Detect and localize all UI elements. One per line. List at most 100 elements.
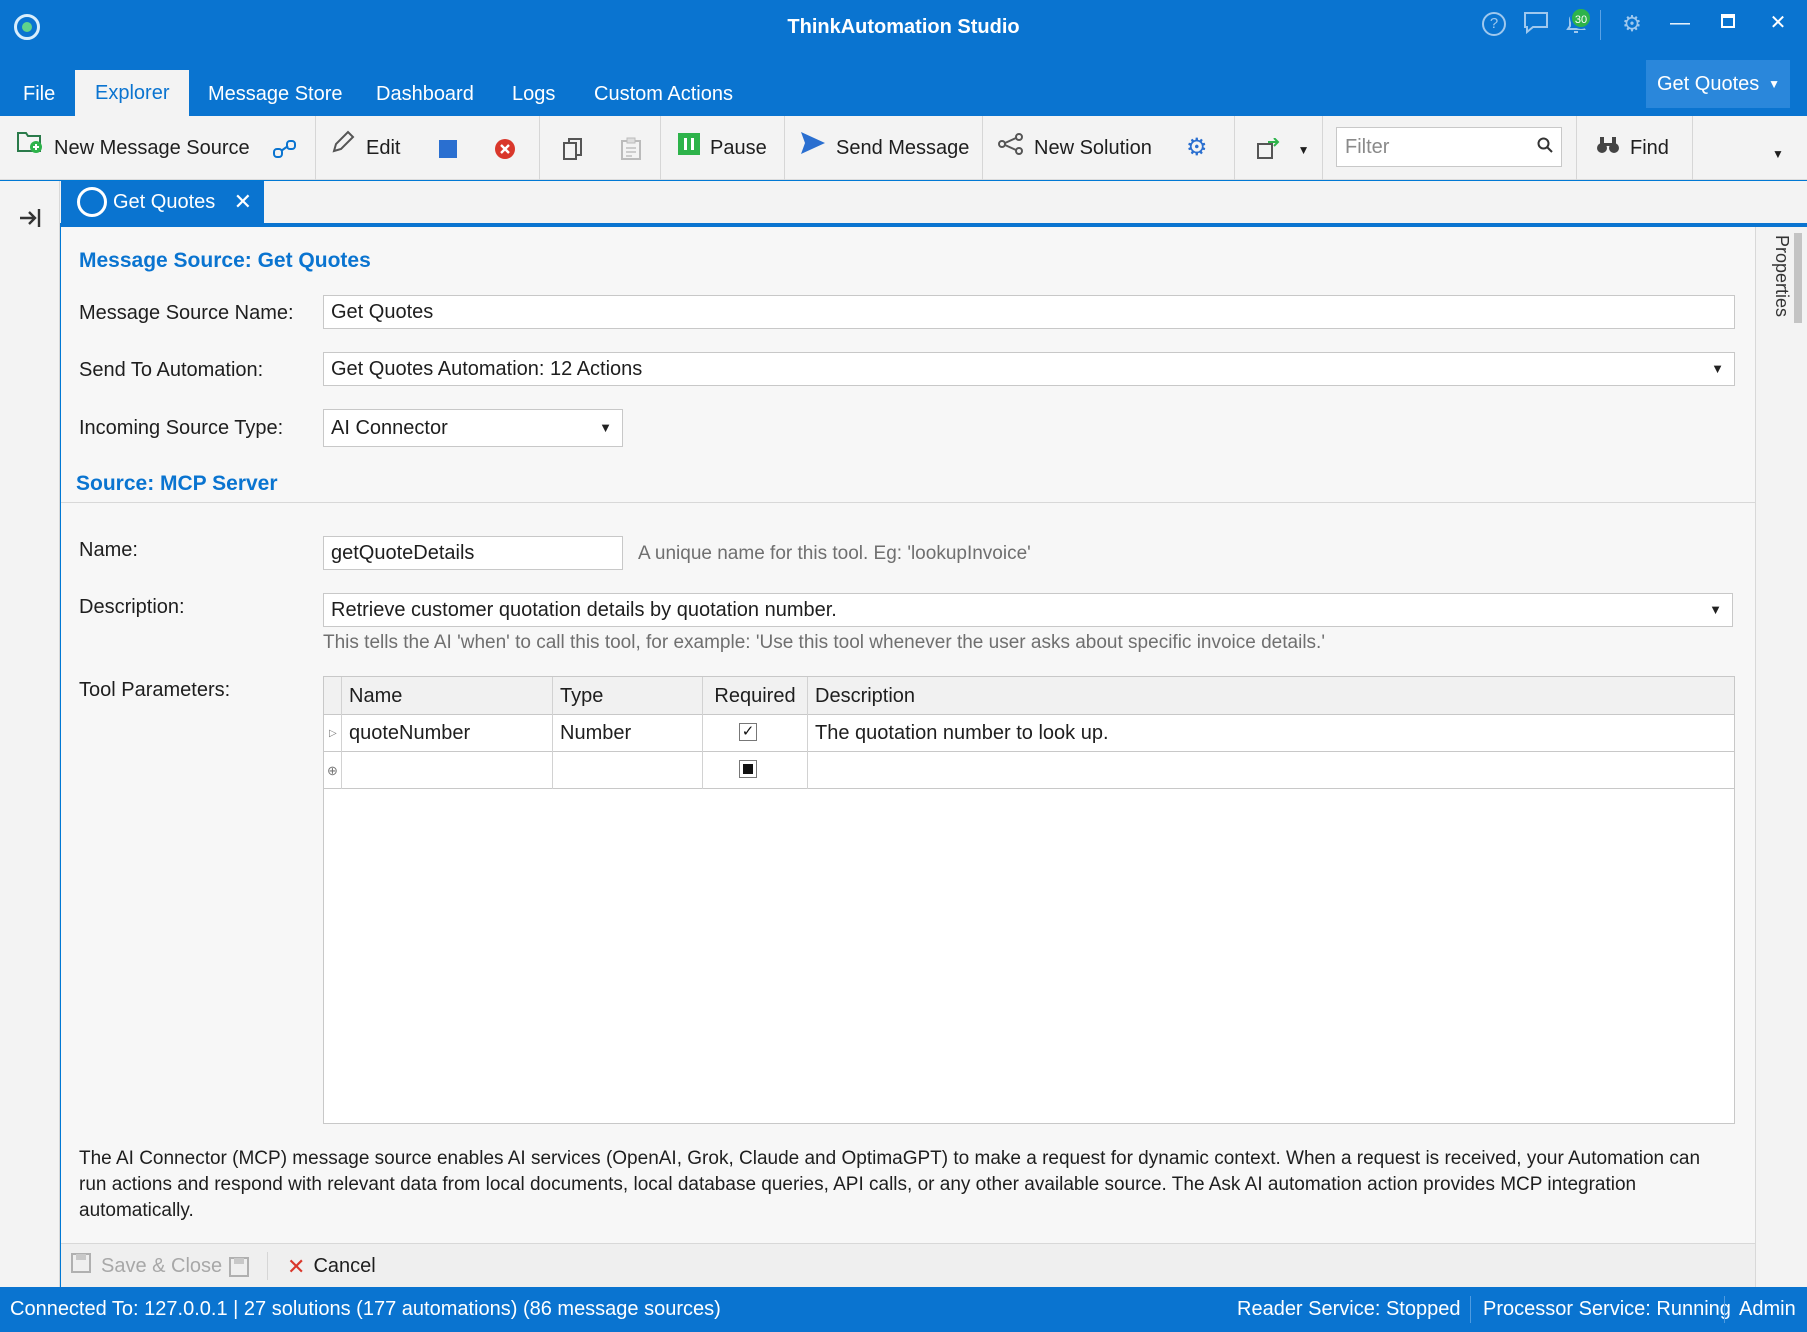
stop-icon[interactable] bbox=[438, 116, 458, 180]
param-type-cell[interactable]: Number bbox=[553, 715, 703, 752]
copy-icon[interactable] bbox=[562, 116, 584, 180]
title-divider bbox=[1600, 10, 1601, 40]
incoming-source-type-select[interactable]: AI Connector ▼ bbox=[323, 409, 623, 447]
close-tab-icon[interactable]: ✕ bbox=[234, 181, 252, 223]
help-icon[interactable]: ? bbox=[1482, 12, 1506, 36]
chevron-down-icon: ▼ bbox=[1768, 77, 1780, 91]
notification-badge: 30 bbox=[1570, 7, 1592, 29]
ribbon-tabs: File Explorer Message Store Dashboard Lo… bbox=[0, 58, 1807, 116]
editor-content: Message Source: Get Quotes Message Sourc… bbox=[61, 227, 1755, 1243]
message-source-name-label: Message Source Name: bbox=[79, 302, 294, 324]
param-name-cell[interactable]: quoteNumber bbox=[342, 715, 553, 752]
save-icon[interactable] bbox=[229, 1244, 249, 1288]
menu-custom-actions[interactable]: Custom Actions bbox=[594, 58, 733, 116]
tool-name-input[interactable]: getQuoteDetails bbox=[323, 536, 623, 570]
column-header-name[interactable]: Name bbox=[342, 677, 553, 715]
menu-message-store[interactable]: Message Store bbox=[208, 58, 343, 116]
vertical-scrollbar[interactable] bbox=[1794, 233, 1802, 323]
menu-logs[interactable]: Logs bbox=[512, 58, 555, 116]
properties-tab[interactable]: Properties bbox=[1771, 235, 1792, 317]
send-message-label: Send Message bbox=[836, 137, 970, 159]
pencil-icon bbox=[330, 117, 356, 181]
send-message-button[interactable]: Send Message bbox=[800, 116, 969, 180]
new-solution-label: New Solution bbox=[1034, 137, 1152, 159]
status-bar: Connected To: 127.0.0.1 | 27 solutions (… bbox=[0, 1287, 1807, 1332]
new-message-source-button[interactable]: New Message Source bbox=[16, 116, 250, 180]
cancel-button[interactable]: ✕ Cancel bbox=[287, 1244, 376, 1288]
properties-side-panel: Properties bbox=[1755, 227, 1807, 1287]
solution-selector-label: Get Quotes bbox=[1657, 73, 1760, 95]
description-value: Retrieve customer quotation details by q… bbox=[331, 599, 837, 621]
message-source-name-value: Get Quotes bbox=[331, 301, 434, 323]
title-bar: ThinkAutomation Studio ? 30 ⚙ — ✕ bbox=[0, 0, 1807, 58]
user-status[interactable]: Admin bbox=[1739, 1287, 1796, 1332]
send-to-automation-select[interactable]: Get Quotes Automation: 12 Actions ▼ bbox=[323, 352, 1735, 386]
maximize-button[interactable] bbox=[1708, 8, 1748, 38]
message-source-name-input[interactable]: Get Quotes bbox=[323, 295, 1735, 329]
share-nodes-icon bbox=[998, 117, 1024, 181]
link-icon[interactable] bbox=[272, 116, 298, 180]
description-input[interactable]: Retrieve customer quotation details by q… bbox=[323, 593, 1733, 627]
paste-icon[interactable] bbox=[620, 116, 642, 180]
find-button[interactable]: Find bbox=[1596, 116, 1669, 180]
menu-dashboard[interactable]: Dashboard bbox=[376, 58, 474, 116]
column-header-description[interactable]: Description bbox=[808, 677, 1734, 715]
column-header-required[interactable]: Required bbox=[703, 677, 808, 715]
tool-name-hint: A unique name for this tool. Eg: 'lookup… bbox=[638, 543, 1031, 564]
expand-panel-icon[interactable] bbox=[18, 207, 42, 236]
send-icon bbox=[800, 117, 826, 181]
menu-explorer[interactable]: Explorer bbox=[75, 70, 190, 116]
table-row[interactable]: ▷ quoteNumber Number ✓ The quotation num… bbox=[324, 715, 1734, 752]
required-checkbox-checked[interactable]: ✓ bbox=[739, 723, 757, 741]
toolbar-divider bbox=[1234, 116, 1235, 180]
solution-selector-button[interactable]: Get Quotes ▼ bbox=[1646, 60, 1790, 108]
left-rail bbox=[0, 181, 60, 1287]
gear-icon[interactable]: ⚙ bbox=[1186, 116, 1208, 180]
pause-button[interactable]: Pause bbox=[678, 116, 767, 180]
incoming-source-type-value: AI Connector bbox=[331, 417, 448, 439]
new-param-name-cell[interactable] bbox=[342, 752, 553, 789]
new-param-type-cell[interactable] bbox=[553, 752, 703, 789]
column-header-type[interactable]: Type bbox=[553, 677, 703, 715]
toolbar-divider bbox=[539, 116, 540, 180]
tool-name-label: Name: bbox=[79, 539, 138, 561]
toolbar: New Message Source Edit Pause Send Messa… bbox=[0, 116, 1807, 180]
binoculars-icon bbox=[1596, 117, 1620, 181]
save-icon bbox=[71, 1245, 91, 1289]
minimize-button[interactable]: — bbox=[1660, 8, 1700, 38]
toolbar-divider bbox=[784, 116, 785, 180]
menu-file[interactable]: File bbox=[23, 58, 55, 116]
toolbar-overflow-icon[interactable]: ▼ bbox=[1772, 122, 1784, 186]
reader-service-status[interactable]: Reader Service: Stopped bbox=[1237, 1287, 1460, 1332]
source-section-title: Source: MCP Server bbox=[76, 472, 278, 495]
new-param-required-cell[interactable] bbox=[703, 752, 808, 789]
required-checkbox-indeterminate[interactable] bbox=[739, 760, 757, 778]
toolbar-divider bbox=[315, 116, 316, 180]
filter-input[interactable]: Filter bbox=[1336, 127, 1562, 167]
add-row-icon[interactable]: ⊕ bbox=[324, 752, 342, 789]
pause-label: Pause bbox=[710, 137, 767, 159]
save-close-button[interactable]: Save & Close bbox=[71, 1244, 222, 1288]
cancel-x-icon: ✕ bbox=[287, 1253, 306, 1279]
chat-icon[interactable] bbox=[1522, 10, 1550, 38]
new-solution-button[interactable]: New Solution bbox=[998, 116, 1152, 180]
param-required-cell[interactable]: ✓ bbox=[703, 715, 808, 752]
new-param-description-cell[interactable] bbox=[808, 752, 1734, 789]
param-description-cell[interactable]: The quotation number to look up. bbox=[808, 715, 1734, 752]
processor-service-status[interactable]: Processor Service: Running bbox=[1483, 1287, 1731, 1332]
delete-icon[interactable] bbox=[494, 116, 516, 180]
edit-button[interactable]: Edit bbox=[330, 116, 400, 180]
settings-gear-icon[interactable]: ⚙ bbox=[1618, 10, 1646, 38]
dropdown-arrow-icon: ▼ bbox=[1709, 602, 1722, 617]
section-divider bbox=[61, 502, 1755, 503]
incoming-source-type-label: Incoming Source Type: bbox=[79, 417, 284, 439]
row-indicator-header bbox=[324, 677, 342, 715]
page-title: Message Source: Get Quotes bbox=[79, 249, 371, 272]
tool-parameters-label: Tool Parameters: bbox=[79, 679, 231, 701]
tab-get-quotes[interactable]: Get Quotes ✕ bbox=[61, 181, 264, 223]
export-icon[interactable]: ▼ bbox=[1256, 116, 1309, 180]
toolbar-divider bbox=[1576, 116, 1577, 180]
close-window-button[interactable]: ✕ bbox=[1758, 8, 1798, 38]
tool-parameters-grid[interactable]: Name Type Required Description ▷ quoteNu… bbox=[323, 676, 1735, 1124]
new-row[interactable]: ⊕ bbox=[324, 752, 1734, 789]
